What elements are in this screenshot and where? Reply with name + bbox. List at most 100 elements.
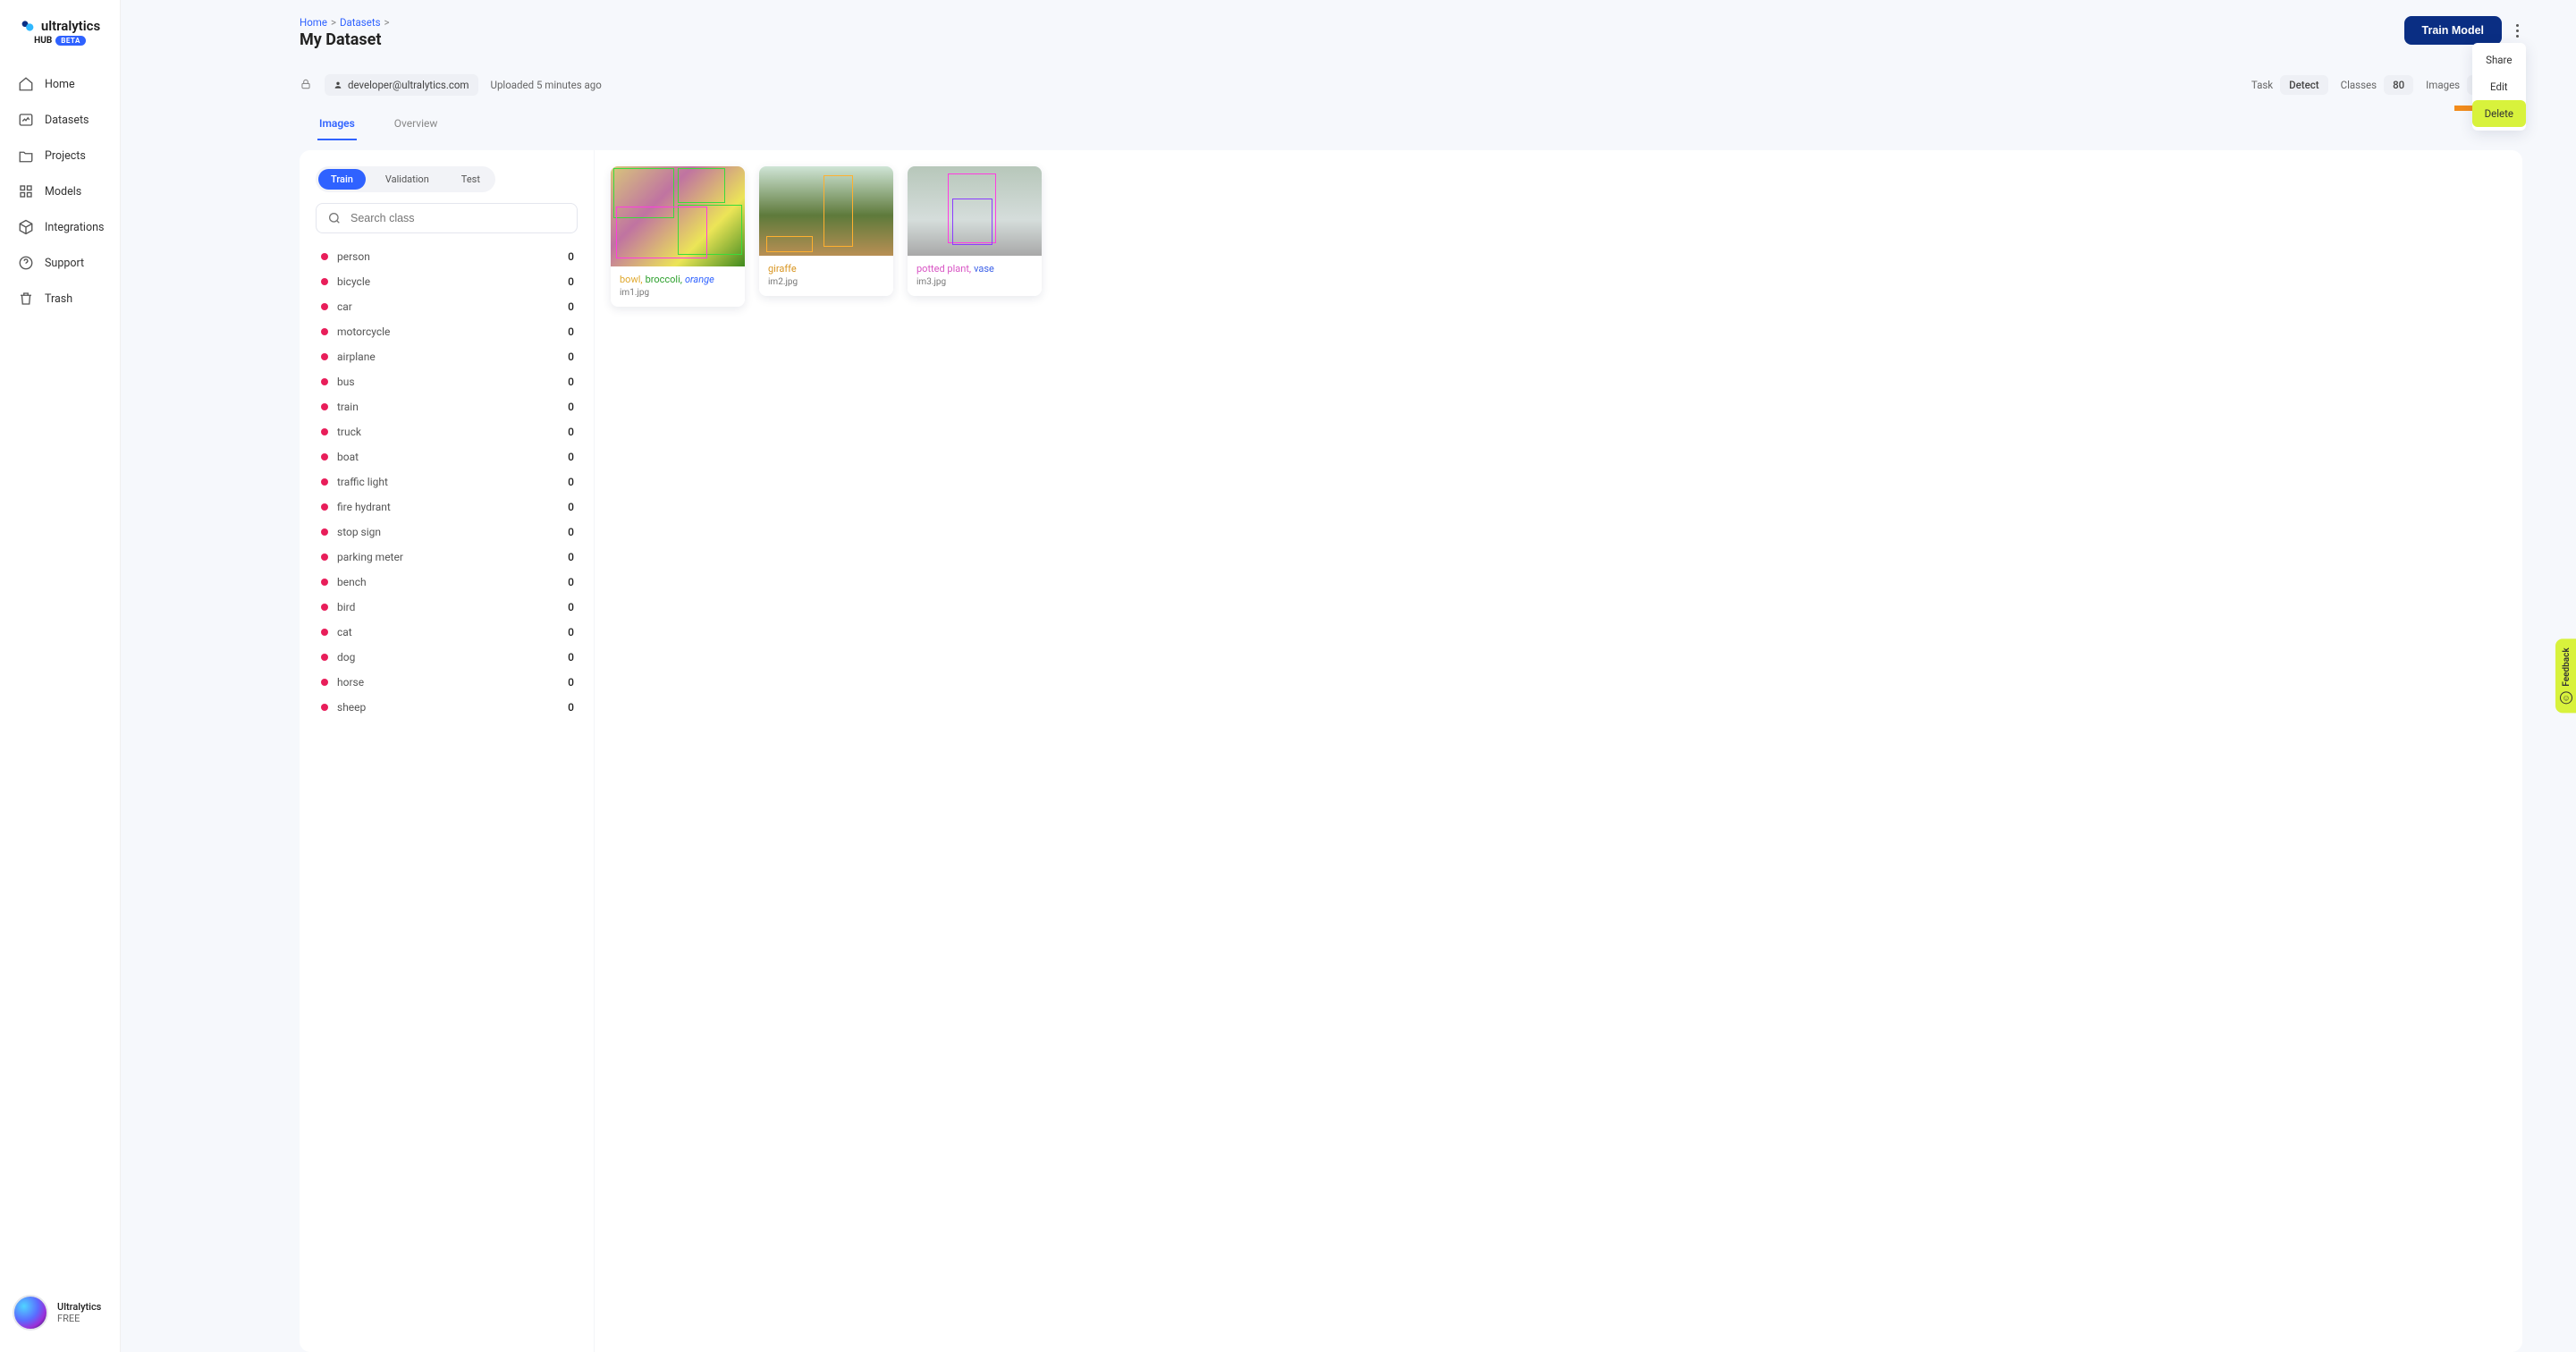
class-row[interactable]: motorcycle0 bbox=[316, 319, 578, 344]
class-row[interactable]: bench 0 bbox=[316, 570, 578, 595]
nav-home[interactable]: Home bbox=[7, 67, 113, 101]
tab-overview[interactable]: Overview bbox=[393, 110, 440, 140]
split-train[interactable]: Train bbox=[318, 169, 366, 190]
image-thumb bbox=[759, 166, 893, 256]
nav-projects-label: Projects bbox=[45, 149, 86, 163]
class-row[interactable]: person0 bbox=[316, 244, 578, 269]
classes-label: Classes bbox=[2341, 79, 2377, 91]
tab-images[interactable]: Images bbox=[317, 110, 357, 140]
owner-email: developer@ultralytics.com bbox=[348, 79, 469, 91]
class-count: 0 bbox=[568, 626, 574, 638]
class-row[interactable]: stop sign0 bbox=[316, 520, 578, 545]
class-row[interactable]: horse0 bbox=[316, 670, 578, 695]
class-list[interactable]: person0bicycle0car0motorcycle0airplane0b… bbox=[316, 244, 578, 1336]
image-labels: bowl, broccoli, orange bbox=[620, 274, 736, 285]
user-icon bbox=[334, 80, 342, 89]
tabs: Images Overview bbox=[300, 110, 2522, 141]
lock-icon bbox=[300, 78, 312, 93]
class-count: 0 bbox=[568, 451, 574, 463]
image-card-im3[interactable]: potted plant, vase im3.jpg bbox=[908, 166, 1042, 296]
dropdown-share[interactable]: Share bbox=[2472, 46, 2526, 73]
nav-models[interactable]: Models bbox=[7, 174, 113, 208]
class-row[interactable]: airplane0 bbox=[316, 344, 578, 369]
search-icon bbox=[327, 211, 342, 225]
class-row[interactable]: sheep0 bbox=[316, 695, 578, 720]
page-title: My Dataset bbox=[300, 30, 390, 49]
breadcrumb-sep: > bbox=[384, 16, 390, 29]
class-color-dot bbox=[321, 553, 328, 561]
class-search-input[interactable] bbox=[351, 212, 566, 224]
class-count: 0 bbox=[568, 351, 574, 363]
class-color-dot bbox=[321, 278, 328, 285]
breadcrumb-home[interactable]: Home bbox=[300, 16, 327, 29]
class-count: 0 bbox=[568, 300, 574, 313]
class-row[interactable]: fire hydrant0 bbox=[316, 494, 578, 520]
class-count: 0 bbox=[568, 501, 574, 513]
class-color-dot bbox=[321, 303, 328, 310]
class-row[interactable]: bus0 bbox=[316, 369, 578, 394]
nav: Home Datasets Projects Models bbox=[0, 67, 120, 316]
class-row[interactable]: parking meter0 bbox=[316, 545, 578, 570]
class-name: motorcycle bbox=[337, 325, 390, 338]
dropdown-edit[interactable]: Edit bbox=[2472, 73, 2526, 100]
uploaded-time: Uploaded 5 minutes ago bbox=[491, 79, 602, 91]
class-color-dot bbox=[321, 679, 328, 686]
class-color-dot bbox=[321, 704, 328, 711]
nav-models-label: Models bbox=[45, 185, 81, 199]
class-name: bus bbox=[337, 376, 355, 388]
class-row[interactable]: boat0 bbox=[316, 444, 578, 469]
feedback-tab[interactable]: Feedback ☺ bbox=[2555, 638, 2576, 713]
more-menu-button[interactable] bbox=[2513, 17, 2522, 45]
class-row[interactable]: truck0 bbox=[316, 419, 578, 444]
trash-icon bbox=[18, 291, 34, 307]
breadcrumb-datasets[interactable]: Datasets bbox=[340, 16, 381, 29]
class-row[interactable]: traffic light0 bbox=[316, 469, 578, 494]
images-label: Images bbox=[2426, 79, 2460, 91]
nav-datasets[interactable]: Datasets bbox=[7, 103, 113, 137]
split-test[interactable]: Test bbox=[449, 169, 493, 190]
class-count: 0 bbox=[568, 526, 574, 538]
logo-sub-text: HUB bbox=[34, 36, 52, 46]
class-search[interactable] bbox=[316, 203, 578, 233]
logo[interactable]: ultralytics HUB BETA bbox=[0, 14, 120, 67]
class-color-dot bbox=[321, 328, 328, 335]
class-row[interactable]: car0 bbox=[316, 294, 578, 319]
class-count: 0 bbox=[568, 576, 574, 588]
image-card-im2[interactable]: giraffe im2.jpg bbox=[759, 166, 893, 296]
split-validation[interactable]: Validation bbox=[373, 169, 442, 190]
owner-pill[interactable]: developer@ultralytics.com bbox=[325, 74, 478, 96]
main: Home > Datasets > My Dataset Train Model… bbox=[121, 0, 2576, 1352]
train-model-button[interactable]: Train Model bbox=[2404, 16, 2502, 45]
class-row[interactable]: bird0 bbox=[316, 595, 578, 620]
class-name: truck bbox=[337, 426, 361, 438]
class-name: bench bbox=[337, 576, 367, 588]
breadcrumb: Home > Datasets > bbox=[300, 16, 390, 29]
class-count: 0 bbox=[568, 676, 574, 689]
nav-projects[interactable]: Projects bbox=[7, 139, 113, 173]
class-color-dot bbox=[321, 528, 328, 536]
user-plan: FREE bbox=[57, 1313, 101, 1324]
class-color-dot bbox=[321, 428, 328, 435]
class-row[interactable]: bicycle0 bbox=[316, 269, 578, 294]
support-icon bbox=[18, 255, 34, 271]
class-color-dot bbox=[321, 253, 328, 260]
images-panel: bowl, broccoli, orange im1.jpg bbox=[595, 150, 2522, 1352]
sidebar-footer[interactable]: Ultralytics FREE bbox=[0, 1284, 120, 1338]
nav-home-label: Home bbox=[45, 78, 75, 91]
class-row[interactable]: cat0 bbox=[316, 620, 578, 645]
class-name: dog bbox=[337, 651, 355, 663]
nav-support[interactable]: Support bbox=[7, 246, 113, 280]
user-name: Ultralytics bbox=[57, 1301, 101, 1313]
class-panel: Train Validation Test person0bicycle0car… bbox=[300, 150, 595, 1352]
class-name: person bbox=[337, 250, 370, 263]
nav-trash[interactable]: Trash bbox=[7, 282, 113, 316]
class-color-dot bbox=[321, 453, 328, 461]
class-row[interactable]: train0 bbox=[316, 394, 578, 419]
nav-integrations[interactable]: Integrations bbox=[7, 210, 113, 244]
class-name: sheep bbox=[337, 701, 366, 714]
dropdown-delete[interactable]: Delete bbox=[2472, 100, 2526, 127]
image-card-im1[interactable]: bowl, broccoli, orange im1.jpg bbox=[611, 166, 745, 307]
class-row[interactable]: dog0 bbox=[316, 645, 578, 670]
class-color-dot bbox=[321, 503, 328, 511]
image-filename: im2.jpg bbox=[768, 277, 884, 287]
